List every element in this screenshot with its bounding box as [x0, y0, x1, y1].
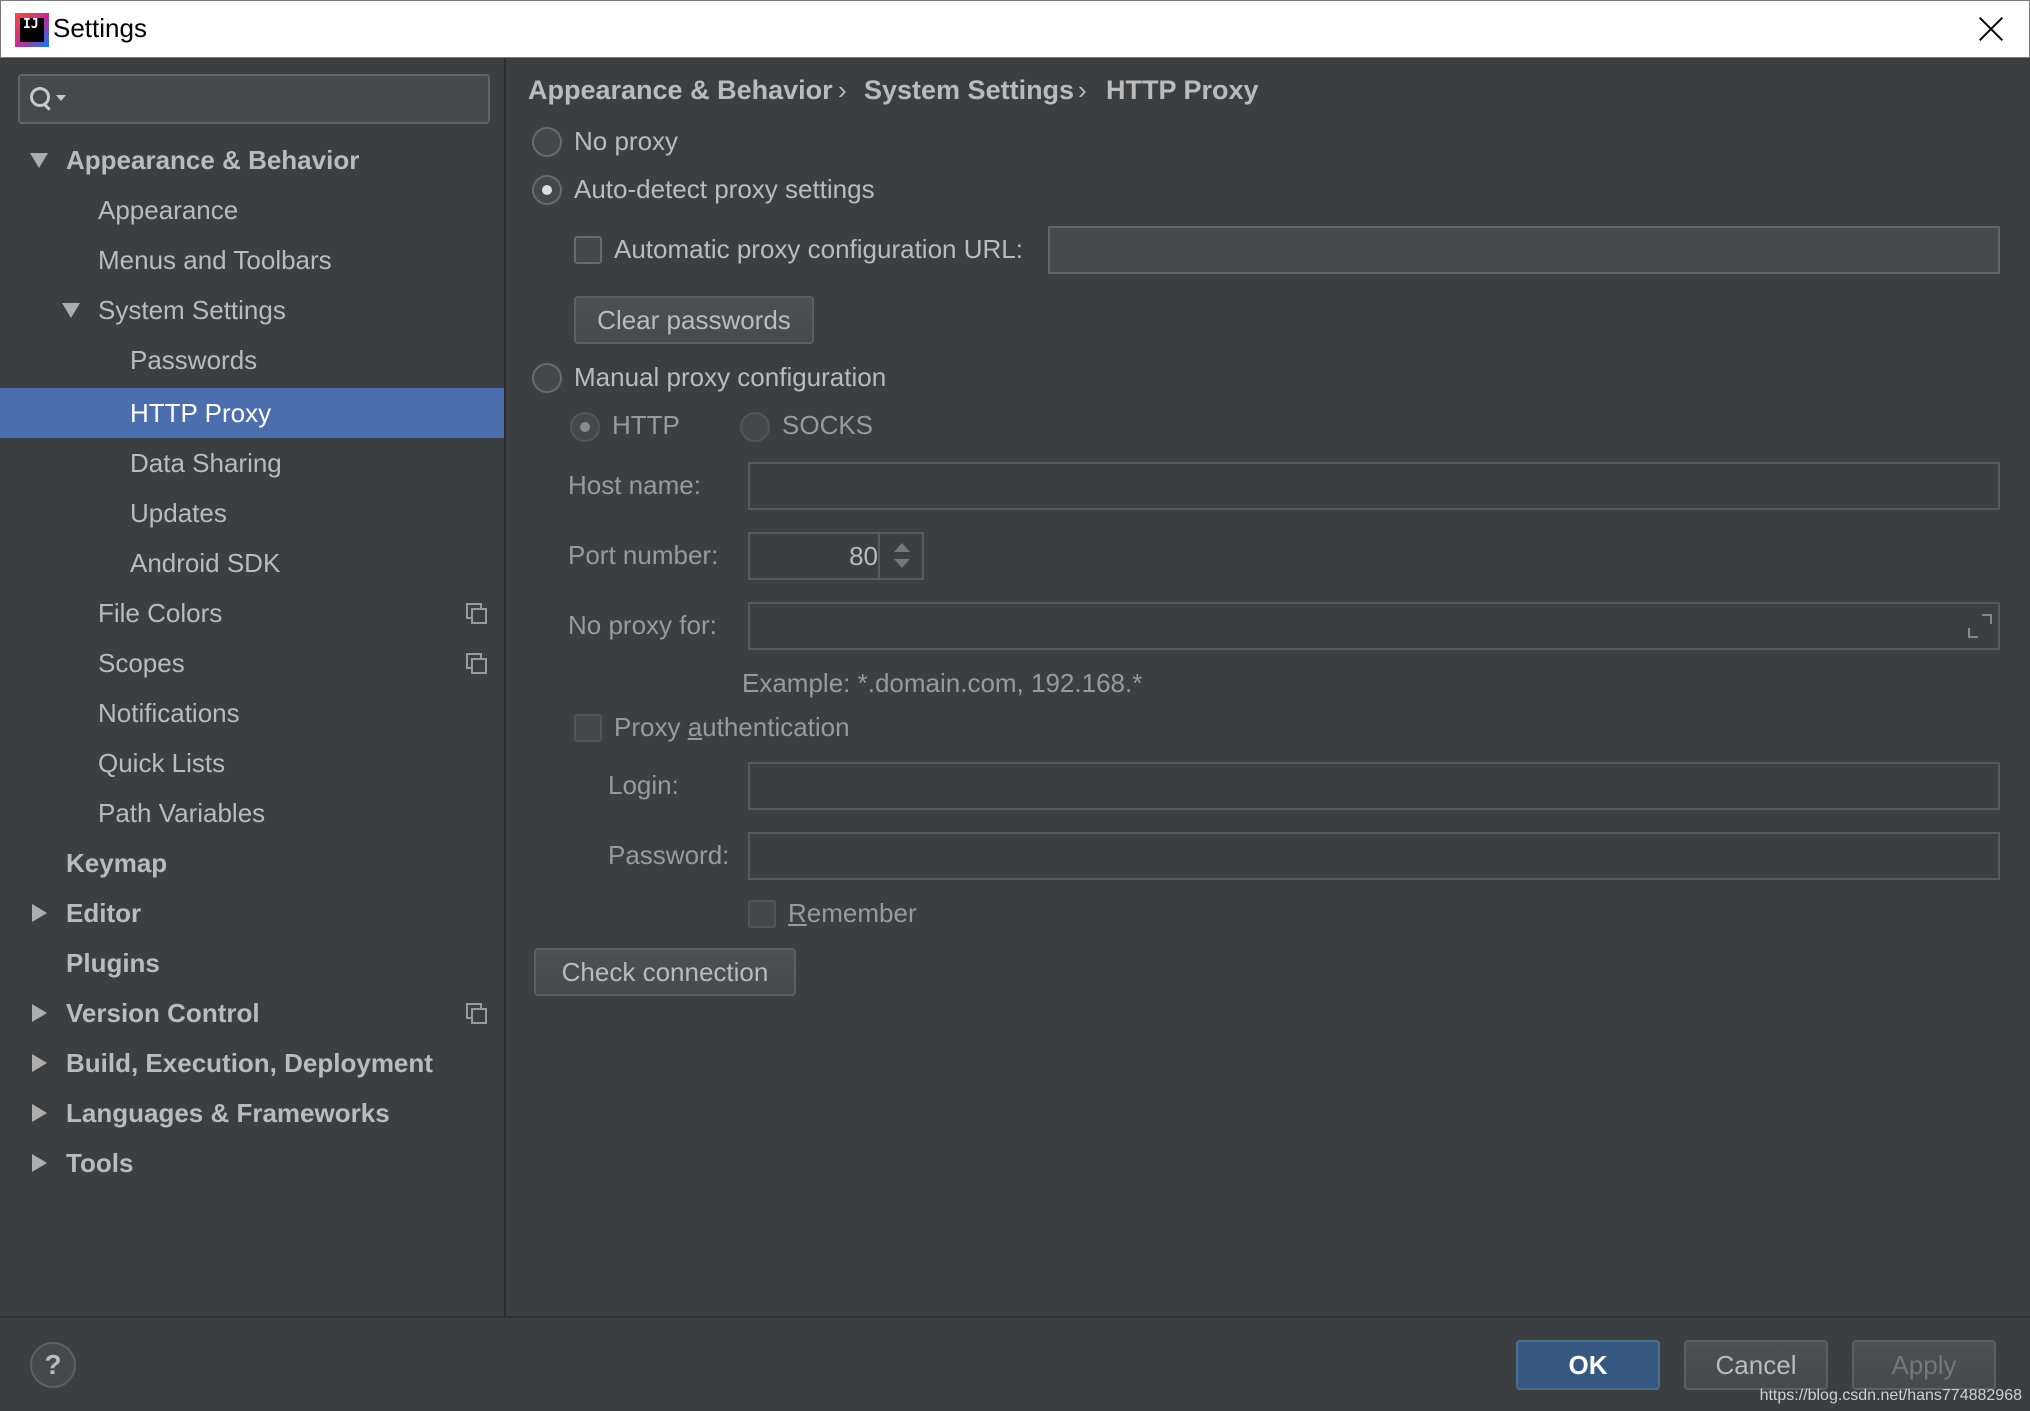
- breadcrumb-item: Appearance & Behavior: [528, 75, 833, 105]
- breadcrumb-separator: ›: [838, 75, 847, 105]
- collapsed-arrow-icon[interactable]: [32, 1154, 47, 1172]
- host-name-label: Host name:: [568, 470, 701, 500]
- apply-button[interactable]: Apply: [1852, 1340, 1996, 1390]
- tree-item-appearance-behavior[interactable]: Appearance & Behavior: [0, 135, 504, 185]
- breadcrumb-item: System Settings: [864, 75, 1075, 105]
- collapsed-arrow-icon[interactable]: [32, 904, 47, 922]
- window-title: Settings: [53, 13, 147, 43]
- tree-item-tools[interactable]: Tools: [0, 1138, 504, 1188]
- clear-passwords-button[interactable]: Clear passwords: [574, 296, 814, 344]
- close-icon[interactable]: [1973, 11, 2009, 47]
- collapsed-arrow-icon[interactable]: [32, 1004, 47, 1022]
- host-name-field[interactable]: [748, 462, 2000, 510]
- stepper-divider: [878, 534, 880, 578]
- tree-item-http-proxy[interactable]: HTTP Proxy: [0, 388, 504, 438]
- project-scope-icon: [466, 1003, 487, 1024]
- no-proxy-label: No proxy: [574, 126, 679, 156]
- tree-item-build-execution-deployment[interactable]: Build, Execution, Deployment: [0, 1038, 504, 1088]
- collapsed-arrow-icon[interactable]: [32, 1054, 47, 1072]
- auto-config-url-label: Automatic proxy configuration URL:: [614, 234, 1023, 264]
- breadcrumb-separator: ›: [1078, 75, 1087, 105]
- help-button[interactable]: ?: [30, 1342, 76, 1388]
- spin-down-icon[interactable]: [894, 559, 910, 568]
- tree-item-keymap[interactable]: Keymap: [0, 838, 504, 888]
- no-proxy-for-field[interactable]: [748, 602, 2000, 650]
- tree-item-passwords[interactable]: Passwords: [0, 335, 504, 385]
- password-field[interactable]: [748, 832, 2000, 880]
- tree-item-languages-frameworks[interactable]: Languages & Frameworks: [0, 1088, 504, 1138]
- tree-item-path-variables[interactable]: Path Variables: [0, 788, 504, 838]
- breadcrumb-item: HTTP Proxy: [1106, 75, 1259, 105]
- tree-item-android-sdk[interactable]: Android SDK: [0, 538, 504, 588]
- remember-checkbox[interactable]: [748, 900, 776, 928]
- project-scope-icon: [466, 653, 487, 674]
- port-number-value: 80: [849, 541, 878, 571]
- collapsed-arrow-icon[interactable]: [32, 1104, 47, 1122]
- expand-arrow-icon[interactable]: [62, 303, 80, 318]
- tree-item-quick-lists[interactable]: Quick Lists: [0, 738, 504, 788]
- socks-radio[interactable]: [740, 412, 770, 442]
- auto-detect-label: Auto-detect proxy settings: [574, 174, 875, 204]
- manual-proxy-radio[interactable]: [532, 363, 562, 393]
- port-number-stepper[interactable]: 80: [748, 532, 924, 580]
- title-bar: IJ Settings: [0, 0, 2030, 58]
- tree-item-data-sharing[interactable]: Data Sharing: [0, 438, 504, 488]
- tree-item-version-control[interactable]: Version Control: [0, 988, 504, 1038]
- password-label: Password:: [608, 840, 730, 870]
- proxy-authentication-label: Proxy authentication: [614, 712, 850, 742]
- ok-button[interactable]: OK: [1516, 1340, 1660, 1390]
- tree-item-plugins[interactable]: Plugins: [0, 938, 504, 988]
- search-icon: [30, 87, 52, 109]
- socks-label: SOCKS: [782, 410, 874, 440]
- check-connection-button[interactable]: Check connection: [534, 948, 796, 996]
- intellij-logo-icon: IJ: [15, 13, 49, 47]
- tree-item-updates[interactable]: Updates: [0, 488, 504, 538]
- project-scope-icon: [466, 603, 487, 624]
- tree-item-editor[interactable]: Editor: [0, 888, 504, 938]
- tree-item-menus-toolbars[interactable]: Menus and Toolbars: [0, 235, 504, 285]
- spin-up-icon[interactable]: [894, 543, 910, 552]
- settings-tree: Appearance & Behavior Appearance Menus a…: [0, 58, 506, 1316]
- tree-item-appearance[interactable]: Appearance: [0, 185, 504, 235]
- manual-proxy-label: Manual proxy configuration: [574, 362, 887, 392]
- dialog-footer: ? OK Cancel Apply https://blog.csdn.net/…: [0, 1316, 2030, 1411]
- proxy-authentication-checkbox[interactable]: [574, 714, 602, 742]
- http-radio[interactable]: [570, 412, 600, 442]
- expand-arrow-icon[interactable]: [30, 153, 48, 168]
- cancel-button[interactable]: Cancel: [1684, 1340, 1828, 1390]
- watermark-text: https://blog.csdn.net/hans774882968: [1759, 1387, 2022, 1404]
- no-proxy-for-label: No proxy for:: [568, 610, 717, 640]
- remember-label: Remember: [788, 898, 917, 928]
- tree-item-notifications[interactable]: Notifications: [0, 688, 504, 738]
- tree-item-file-colors[interactable]: File Colors: [0, 588, 504, 638]
- search-input[interactable]: [18, 74, 490, 124]
- login-label: Login:: [608, 770, 679, 800]
- no-proxy-radio[interactable]: [532, 127, 562, 157]
- auto-config-url-checkbox[interactable]: [574, 236, 602, 264]
- chevron-down-icon[interactable]: [56, 95, 66, 101]
- tree-item-scopes[interactable]: Scopes: [0, 638, 504, 688]
- http-label: HTTP: [612, 410, 680, 440]
- tree-item-system-settings[interactable]: System Settings: [0, 285, 504, 335]
- no-proxy-example: Example: *.domain.com, 192.168.*: [742, 668, 1143, 698]
- auto-config-url-field[interactable]: [1048, 226, 2000, 274]
- auto-detect-radio[interactable]: [532, 175, 562, 205]
- http-proxy-panel: Appearance & Behavior › System Settings …: [508, 58, 2030, 1316]
- port-number-label: Port number:: [568, 540, 719, 570]
- login-field[interactable]: [748, 762, 2000, 810]
